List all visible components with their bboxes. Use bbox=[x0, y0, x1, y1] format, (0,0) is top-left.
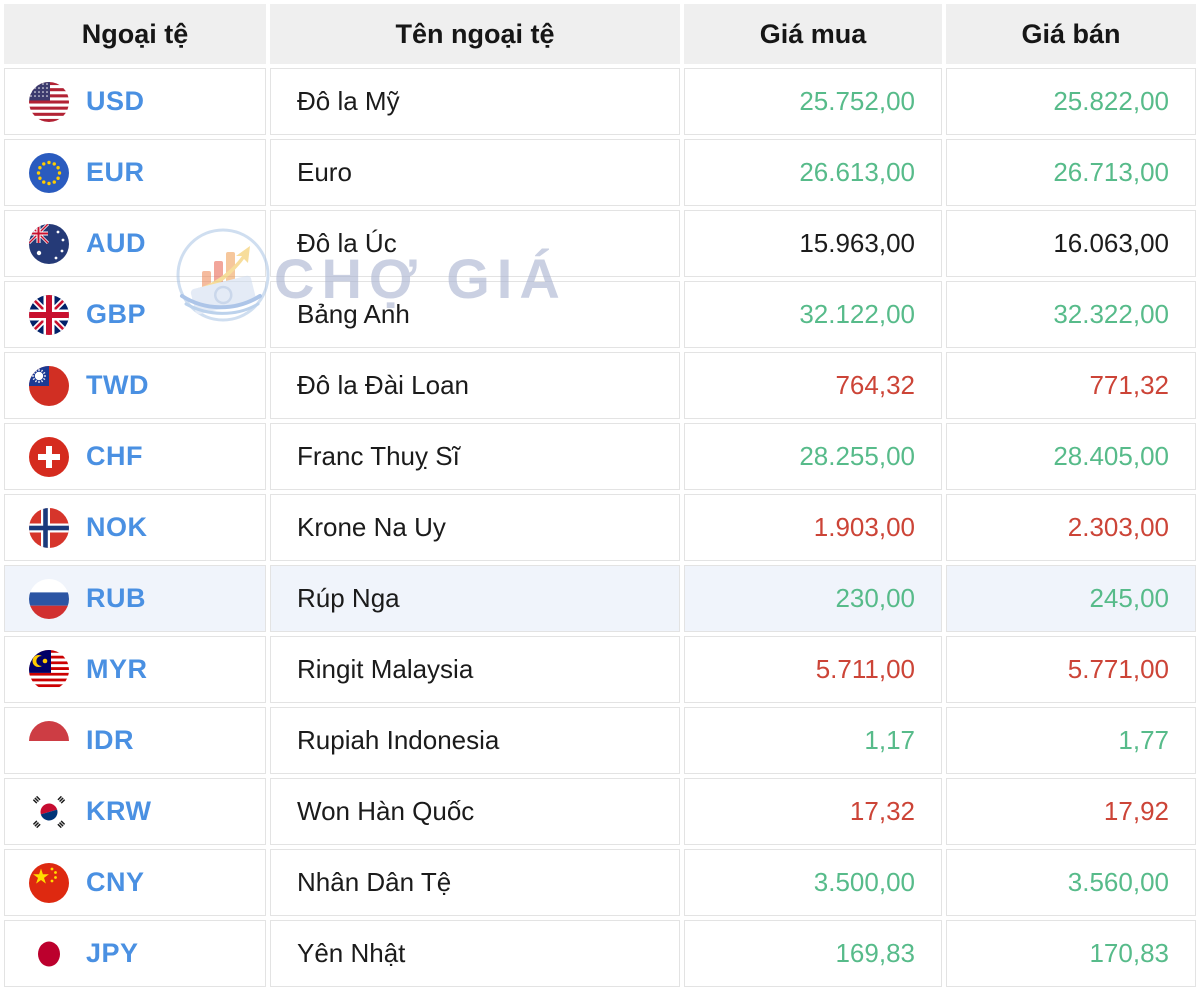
col-header-currency-name: Tên ngoại tệ bbox=[270, 4, 680, 64]
chf-flag-icon bbox=[29, 436, 69, 477]
currency-name: Won Hàn Quốc bbox=[270, 778, 680, 845]
currency-code-link[interactable]: RUB bbox=[86, 583, 146, 614]
sell-price: 245,00 bbox=[946, 565, 1196, 632]
sell-price: 26.713,00 bbox=[946, 139, 1196, 206]
currency-name: Rúp Nga bbox=[270, 565, 680, 632]
krw-flag-icon bbox=[29, 791, 69, 832]
currency-name: Nhân Dân Tệ bbox=[270, 849, 680, 916]
currency-code-link[interactable]: IDR bbox=[86, 725, 134, 756]
buy-price: 17,32 bbox=[684, 778, 942, 845]
buy-price: 1,17 bbox=[684, 707, 942, 774]
currency-row[interactable]: IDR Rupiah Indonesia 1,17 1,77 bbox=[4, 707, 1196, 774]
col-header-sell-price: Giá bán bbox=[946, 4, 1196, 64]
sell-price: 17,92 bbox=[946, 778, 1196, 845]
currency-code-link[interactable]: TWD bbox=[86, 370, 149, 401]
buy-price: 764,32 bbox=[684, 352, 942, 419]
currency-row[interactable]: MYR Ringit Malaysia 5.711,00 5.771,00 bbox=[4, 636, 1196, 703]
currency-name: Ringit Malaysia bbox=[270, 636, 680, 703]
currency-row[interactable]: NOK Krone Na Uy 1.903,00 2.303,00 bbox=[4, 494, 1196, 561]
currency-code-link[interactable]: JPY bbox=[86, 938, 139, 969]
nok-flag-icon bbox=[29, 507, 69, 548]
buy-price: 169,83 bbox=[684, 920, 942, 987]
currency-name: Yên Nhật bbox=[270, 920, 680, 987]
buy-price: 28.255,00 bbox=[684, 423, 942, 490]
currency-code-link[interactable]: MYR bbox=[86, 654, 148, 685]
currency-code-link[interactable]: NOK bbox=[86, 512, 148, 543]
buy-price: 3.500,00 bbox=[684, 849, 942, 916]
currency-row[interactable]: RUB Rúp Nga 230,00 245,00 bbox=[4, 565, 1196, 632]
currency-name: Euro bbox=[270, 139, 680, 206]
table-header-row: Ngoại tệ Tên ngoại tệ Giá mua Giá bán bbox=[4, 4, 1196, 64]
col-header-buy-price: Giá mua bbox=[684, 4, 942, 64]
sell-price: 5.771,00 bbox=[946, 636, 1196, 703]
usd-flag-icon bbox=[29, 81, 69, 122]
currency-code-link[interactable]: GBP bbox=[86, 299, 146, 330]
rub-flag-icon bbox=[29, 578, 69, 619]
aud-flag-icon bbox=[29, 223, 69, 264]
buy-price: 15.963,00 bbox=[684, 210, 942, 277]
currency-name: Đô la Đài Loan bbox=[270, 352, 680, 419]
sell-price: 3.560,00 bbox=[946, 849, 1196, 916]
currency-name: Đô la Úc bbox=[270, 210, 680, 277]
myr-flag-icon bbox=[29, 649, 69, 690]
cny-flag-icon bbox=[29, 862, 69, 903]
currency-row[interactable]: TWD Đô la Đài Loan 764,32 771,32 bbox=[4, 352, 1196, 419]
sell-price: 28.405,00 bbox=[946, 423, 1196, 490]
currency-code-link[interactable]: KRW bbox=[86, 796, 152, 827]
buy-price: 25.752,00 bbox=[684, 68, 942, 135]
buy-price: 26.613,00 bbox=[684, 139, 942, 206]
currency-name: Franc Thuỵ Sĩ bbox=[270, 423, 680, 490]
sell-price: 1,77 bbox=[946, 707, 1196, 774]
buy-price: 5.711,00 bbox=[684, 636, 942, 703]
sell-price: 170,83 bbox=[946, 920, 1196, 987]
currency-row[interactable]: EUR Euro 26.613,00 26.713,00 bbox=[4, 139, 1196, 206]
exchange-rate-table: Ngoại tệ Tên ngoại tệ Giá mua Giá bán US… bbox=[0, 0, 1200, 991]
currency-name: Đô la Mỹ bbox=[270, 68, 680, 135]
currency-row[interactable]: JPY Yên Nhật 169,83 170,83 bbox=[4, 920, 1196, 987]
currency-name: Krone Na Uy bbox=[270, 494, 680, 561]
sell-price: 771,32 bbox=[946, 352, 1196, 419]
sell-price: 16.063,00 bbox=[946, 210, 1196, 277]
currency-row[interactable]: CNY Nhân Dân Tệ 3.500,00 3.560,00 bbox=[4, 849, 1196, 916]
gbp-flag-icon bbox=[29, 294, 69, 335]
buy-price: 32.122,00 bbox=[684, 281, 942, 348]
currency-name: Bảng Anh bbox=[270, 281, 680, 348]
idr-flag-icon bbox=[29, 720, 69, 761]
buy-price: 1.903,00 bbox=[684, 494, 942, 561]
sell-price: 32.322,00 bbox=[946, 281, 1196, 348]
currency-row[interactable]: USD Đô la Mỹ 25.752,00 25.822,00 bbox=[4, 68, 1196, 135]
currency-code-link[interactable]: AUD bbox=[86, 228, 146, 259]
jpy-flag-icon bbox=[29, 933, 69, 974]
currency-row[interactable]: AUD Đô la Úc 15.963,00 16.063,00 bbox=[4, 210, 1196, 277]
currency-code-link[interactable]: CHF bbox=[86, 441, 143, 472]
twd-flag-icon bbox=[29, 365, 69, 406]
buy-price: 230,00 bbox=[684, 565, 942, 632]
currency-row[interactable]: KRW Won Hàn Quốc 17,32 17,92 bbox=[4, 778, 1196, 845]
sell-price: 25.822,00 bbox=[946, 68, 1196, 135]
currency-code-link[interactable]: USD bbox=[86, 86, 145, 117]
eur-flag-icon bbox=[29, 152, 69, 193]
currency-name: Rupiah Indonesia bbox=[270, 707, 680, 774]
currency-code-link[interactable]: CNY bbox=[86, 867, 145, 898]
currency-row[interactable]: CHF Franc Thuỵ Sĩ 28.255,00 28.405,00 bbox=[4, 423, 1196, 490]
currency-row[interactable]: GBP Bảng Anh 32.122,00 32.322,00 bbox=[4, 281, 1196, 348]
currency-code-link[interactable]: EUR bbox=[86, 157, 145, 188]
sell-price: 2.303,00 bbox=[946, 494, 1196, 561]
col-header-currency: Ngoại tệ bbox=[4, 4, 266, 64]
